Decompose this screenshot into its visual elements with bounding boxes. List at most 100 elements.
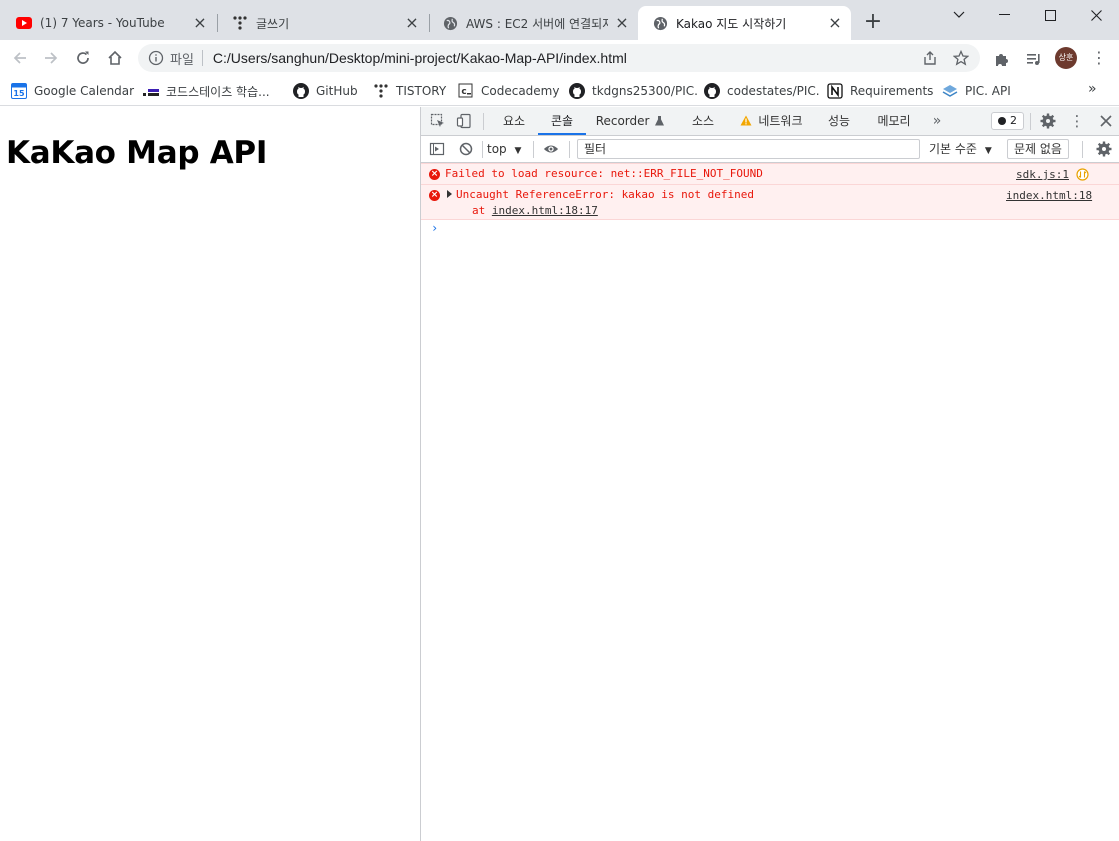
dropdown-arrow-icon: ▼ xyxy=(514,146,522,156)
tab-performance[interactable]: 성능 xyxy=(819,107,859,135)
close-window-button[interactable] xyxy=(1073,0,1119,30)
info-icon xyxy=(148,50,164,66)
clear-console-icon[interactable] xyxy=(458,141,474,157)
tab-kakao-map[interactable]: Kakao 지도 시작하기 × xyxy=(638,6,851,40)
close-icon[interactable] xyxy=(1098,113,1114,129)
gear-icon[interactable] xyxy=(1040,113,1056,129)
log-levels-dropdown[interactable]: 기본 수준 ▼ xyxy=(929,140,992,161)
close-icon[interactable]: × xyxy=(614,15,630,31)
address-bar[interactable]: 파일 C:/Users/sanghun/Desktop/mini-project… xyxy=(138,44,980,72)
devtools-menu-icon[interactable]: ⋮ xyxy=(1068,107,1086,135)
bookmarks-overflow-button[interactable]: » xyxy=(1088,81,1097,97)
console-error-message: × Failed to load resource: net::ERR_FILE… xyxy=(421,163,1119,185)
divider xyxy=(533,141,534,158)
more-tabs-icon[interactable]: » xyxy=(927,107,947,135)
tab-console[interactable]: 콘솔 xyxy=(538,107,586,135)
tab-strip: (1) 7 Years - YouTube × 글쓰기 × AWS : EC2 … xyxy=(0,0,1119,40)
error-icon: × xyxy=(429,169,440,180)
console-filter-input[interactable]: 필터 xyxy=(577,139,920,159)
layers-icon xyxy=(942,83,958,99)
issues-count: 2 xyxy=(1010,114,1017,127)
svg-text:15: 15 xyxy=(13,89,25,98)
tistory-icon xyxy=(373,83,389,99)
extensions-icon[interactable] xyxy=(993,50,1011,68)
network-request-icon[interactable] xyxy=(1076,168,1089,181)
issue-dot-icon xyxy=(998,117,1006,125)
divider xyxy=(201,50,203,66)
tab-title: 글쓰기 xyxy=(256,16,290,31)
bookmark-label: TISTORY xyxy=(396,84,447,98)
codecademy-icon: c xyxy=(458,83,474,99)
bookmark-codecademy[interactable]: c Codecademy xyxy=(458,81,559,101)
home-button[interactable] xyxy=(103,46,127,70)
maximize-button[interactable] xyxy=(1027,0,1073,30)
tab-sources[interactable]: 소스 xyxy=(683,107,723,135)
close-icon xyxy=(1090,9,1102,21)
tab-elements[interactable]: 요소 xyxy=(494,107,534,135)
maximize-icon xyxy=(1044,9,1056,21)
url-text[interactable]: C:/Users/sanghun/Desktop/mini-project/Ka… xyxy=(213,50,627,66)
arrow-right-icon xyxy=(45,52,58,64)
window-list-button[interactable] xyxy=(936,0,982,30)
stack-link[interactable]: index.html:18:17 xyxy=(492,204,598,217)
close-icon[interactable]: × xyxy=(827,15,843,31)
reload-button[interactable] xyxy=(71,46,95,70)
bookmark-github[interactable]: GitHub xyxy=(293,81,358,101)
close-icon[interactable]: × xyxy=(192,15,208,31)
tab-memory[interactable]: 메모리 xyxy=(870,107,918,135)
log-levels-label: 기본 수준 xyxy=(929,142,977,156)
divider xyxy=(482,141,483,158)
close-icon[interactable]: × xyxy=(404,15,420,31)
tab-network[interactable]: 네트워크 xyxy=(733,107,809,135)
tab-title: AWS : EC2 서버에 연결되지 xyxy=(466,16,608,31)
divider xyxy=(1030,113,1031,130)
star-icon[interactable] xyxy=(953,50,969,66)
bookmark-codestates-pic[interactable]: codestates/PIC. xyxy=(704,81,820,101)
issues-counter[interactable]: 2 xyxy=(991,112,1024,130)
tab-recorder[interactable]: Recorder xyxy=(591,107,669,135)
svg-text:c: c xyxy=(461,87,466,97)
tab-tistory-write[interactable]: 글쓰기 × xyxy=(218,6,428,40)
console-prompt[interactable]: › xyxy=(431,221,438,235)
eye-icon[interactable] xyxy=(543,141,559,157)
bookmark-pic-api[interactable]: PIC. API xyxy=(942,81,1011,101)
source-link[interactable]: index.html:18 xyxy=(1006,189,1092,202)
issues-button[interactable]: 문제 없음 xyxy=(1007,139,1069,159)
tab-aws-ec2[interactable]: AWS : EC2 서버에 연결되지 × xyxy=(428,6,638,40)
tab-title: (1) 7 Years - YouTube xyxy=(40,16,165,30)
minimize-button[interactable] xyxy=(981,0,1027,30)
stack-prefix: at xyxy=(472,204,492,217)
divider xyxy=(569,141,570,158)
context-selector[interactable]: top ▼ xyxy=(487,140,521,159)
media-control-icon[interactable] xyxy=(1025,50,1043,68)
gear-icon[interactable] xyxy=(1096,141,1112,157)
bookmark-google-calendar[interactable]: 15 Google Calendar xyxy=(11,81,134,101)
source-link[interactable]: sdk.js:1 xyxy=(1016,168,1069,181)
tab-youtube[interactable]: (1) 7 Years - YouTube × xyxy=(2,6,216,40)
device-toolbar-icon[interactable] xyxy=(456,113,472,129)
error-icon: × xyxy=(429,190,440,201)
bookmark-tkdgns-pic[interactable]: tkdgns25300/PIC. xyxy=(569,81,698,101)
more-menu-icon[interactable]: ⋮ xyxy=(1091,48,1107,68)
minimize-icon xyxy=(998,14,1010,15)
youtube-icon xyxy=(16,15,32,31)
scheme-label: 파일 xyxy=(170,52,194,68)
flask-icon xyxy=(655,116,665,126)
expand-arrow-icon[interactable] xyxy=(447,190,452,198)
profile-avatar[interactable]: 상훈 xyxy=(1055,47,1077,69)
bookmark-tistory[interactable]: TISTORY xyxy=(373,81,446,101)
bookmark-label: Requirements xyxy=(850,84,934,98)
home-icon xyxy=(108,50,122,65)
sidebar-toggle-icon[interactable] xyxy=(429,141,445,157)
inspect-element-icon[interactable] xyxy=(430,113,446,129)
forward-button[interactable] xyxy=(39,46,63,70)
bookmark-codestates[interactable]: 코드스테이츠 학습... xyxy=(143,81,270,101)
globe-icon xyxy=(442,15,458,31)
reload-icon xyxy=(77,51,89,64)
bookmark-label: PIC. API xyxy=(965,84,1011,98)
share-icon[interactable] xyxy=(922,50,938,66)
new-tab-button[interactable]: + xyxy=(862,11,884,34)
tab-network-label: 네트워크 xyxy=(758,114,803,128)
back-button[interactable] xyxy=(8,46,32,70)
bookmark-requirements[interactable]: Requirements xyxy=(827,81,933,101)
